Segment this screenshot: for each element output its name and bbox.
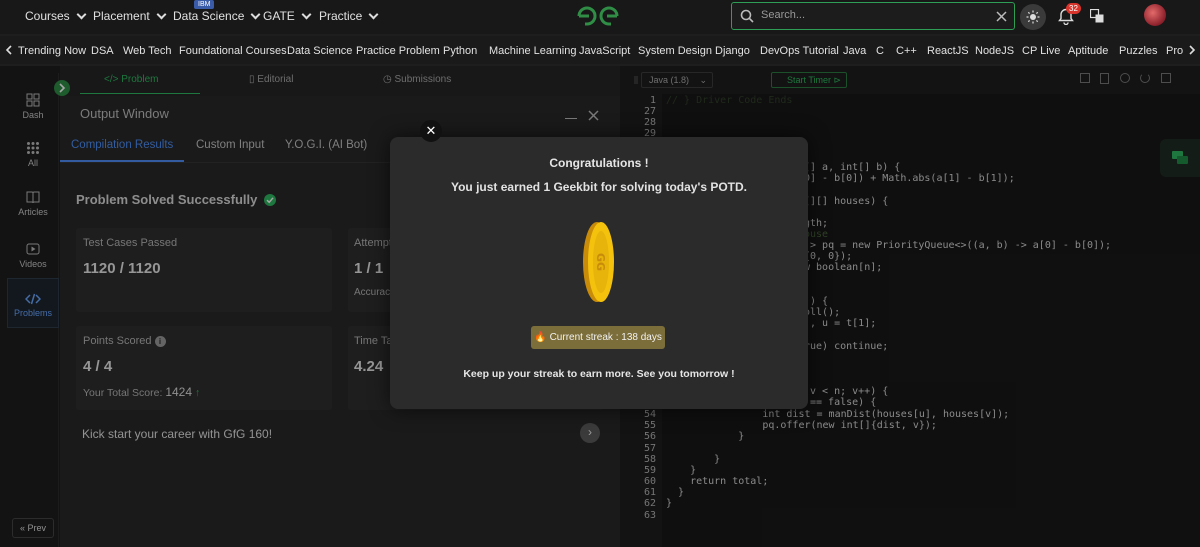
subnav-puzzles[interactable]: Puzzles	[1119, 45, 1158, 57]
chevron-down-icon	[76, 9, 87, 19]
chevron-down-icon	[301, 9, 312, 19]
subnav-pro[interactable]: Pro	[1166, 45, 1183, 57]
search-input[interactable]	[761, 9, 981, 21]
secondary-navbar: Trending Now DSA Web Tech Foundational C…	[0, 36, 1200, 64]
subnav-django[interactable]: Django	[715, 45, 750, 57]
subnav-foundational-courses[interactable]: Foundational Courses	[179, 45, 287, 57]
nav-gate[interactable]: GATE	[263, 9, 312, 23]
nav-practice[interactable]: Practice	[319, 9, 379, 23]
subnav-devops-tutorial[interactable]: DevOps Tutorial	[760, 45, 839, 57]
close-icon[interactable]	[996, 11, 1007, 22]
subnav-machine-learning[interactable]: Machine Learning	[489, 45, 576, 57]
subnav-java[interactable]: Java	[843, 45, 866, 57]
geekbit-coin-icon: GG	[583, 222, 614, 302]
fire-icon: 🔥	[534, 332, 547, 343]
modal-subtitle: You just earned 1 Geekbit for solving to…	[450, 180, 748, 194]
sun-icon	[1026, 10, 1040, 24]
search-box[interactable]	[731, 2, 1015, 30]
chevron-down-icon	[368, 9, 379, 19]
subnav-nodejs[interactable]: NodeJS	[975, 45, 1014, 57]
chevron-left-icon[interactable]	[5, 45, 13, 55]
search-icon	[740, 9, 754, 23]
subnav-aptitude[interactable]: Aptitude	[1068, 45, 1108, 57]
avatar[interactable]	[1144, 4, 1166, 26]
translate-icon[interactable]	[1090, 9, 1104, 23]
svg-text:GG: GG	[594, 253, 607, 271]
subnav-javascript[interactable]: JavaScript	[579, 45, 630, 57]
nav-placement[interactable]: Placement	[93, 9, 167, 23]
subnav-web-tech[interactable]: Web Tech	[123, 45, 172, 57]
subnav-dsa[interactable]: DSA	[91, 45, 114, 57]
subnav-cpp[interactable]: C++	[896, 45, 917, 57]
subnav-cp-live[interactable]: CP Live	[1022, 45, 1060, 57]
subnav-c[interactable]: C	[876, 45, 884, 57]
chevron-down-icon	[156, 9, 167, 19]
chevron-right-icon[interactable]	[1188, 45, 1196, 55]
subnav-trending-now[interactable]: Trending Now	[18, 45, 86, 57]
streak-badge: 🔥 Current streak : 138 days	[531, 326, 665, 349]
nav-courses[interactable]: Courses	[25, 9, 87, 23]
theme-toggle-button[interactable]	[1020, 4, 1046, 30]
subnav-system-design[interactable]: System Design	[638, 45, 712, 57]
modal-title: Congratulations !	[549, 156, 649, 170]
modal-footer-text: Keep up your streak to earn more. See yo…	[463, 368, 735, 380]
nav-data-science[interactable]: Data Science	[173, 9, 261, 23]
subnav-reactjs[interactable]: ReactJS	[927, 45, 969, 57]
subnav-practice-problem[interactable]: Practice Problem	[356, 45, 440, 57]
subnav-data-science[interactable]: Data Science	[287, 45, 352, 57]
gfg-logo-icon[interactable]	[575, 4, 621, 28]
notification-count-badge: 32	[1066, 3, 1081, 14]
modal-close-button[interactable]: ✕	[420, 120, 442, 142]
potd-congrats-modal: Congratulations ! You just earned 1 Geek…	[390, 137, 808, 409]
top-navbar: Courses Placement IBM Data Science GATE …	[0, 0, 1200, 34]
chevron-down-icon	[250, 9, 261, 19]
subnav-python[interactable]: Python	[443, 45, 477, 57]
ibm-badge: IBM	[194, 0, 215, 9]
